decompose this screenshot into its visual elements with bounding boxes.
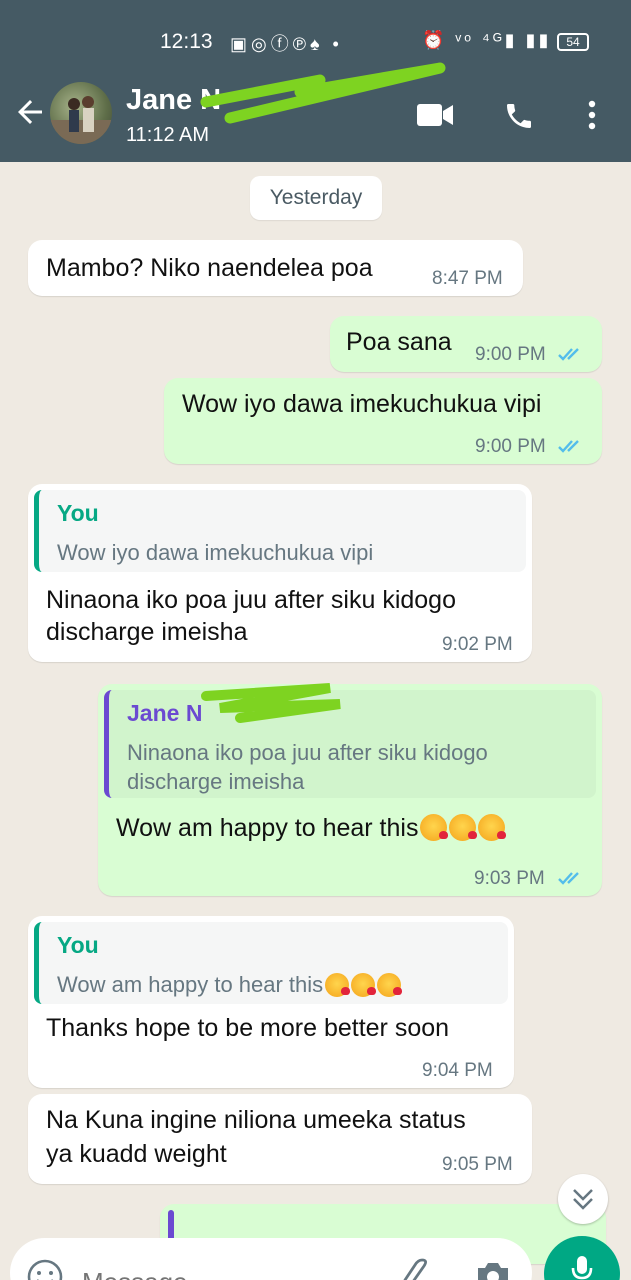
message-time: 9:04 PM (422, 1060, 493, 1081)
message-content: Wow am happy to hear this (116, 812, 507, 844)
message-time: 9:00 PM (475, 436, 546, 457)
message-text: Thanks hope to be more better soon (46, 1014, 450, 1042)
quote-author: You (57, 932, 99, 958)
message-bubble-outgoing[interactable]: Poa sana 9:00 PM (330, 316, 602, 372)
date-divider: Yesterday (250, 176, 382, 220)
message-time: 9:03 PM (474, 868, 545, 889)
quote-author: Jane N (127, 700, 203, 726)
mic-icon (571, 1256, 593, 1280)
double-tick-icon (558, 440, 579, 453)
attach-icon[interactable] (400, 1256, 434, 1280)
message-bubble-incoming[interactable]: You Wow am happy to hear this Thanks hop… (28, 916, 514, 1088)
message-time: 9:05 PM (442, 1154, 513, 1175)
double-tick-icon (558, 348, 579, 361)
quote-text: Ninaona iko poa juu after siku kidogo (127, 740, 488, 765)
video-call-icon[interactable] (416, 102, 454, 128)
message-bubble-outgoing[interactable]: Jane N Ninaona iko poa juu after siku ki… (98, 683, 602, 896)
quote-content: Wow am happy to hear this (57, 970, 403, 999)
signal-icons: ⏰ ᵛᵒ ⁴ᴳ▮ ▮▮ (422, 30, 552, 50)
camera-icon[interactable] (474, 1258, 512, 1280)
double-tick-icon (558, 872, 579, 885)
message-text: Poa sana (346, 328, 452, 356)
message-text: Ninaona iko poa juu after siku kidogo (46, 586, 456, 614)
kiss-emoji-icon (420, 814, 449, 841)
message-bubble-outgoing[interactable]: Wow iyo dawa imekuchukua vipi 9:00 PM (164, 378, 602, 464)
scroll-to-bottom-button[interactable] (558, 1174, 608, 1224)
message-input[interactable] (82, 1262, 382, 1280)
redaction-scribble (201, 683, 341, 723)
last-seen: 11:12 AM (126, 124, 210, 146)
quote-author: You (57, 500, 99, 526)
kiss-emoji-icon (325, 973, 351, 997)
kiss-emoji-icon (449, 814, 478, 841)
message-text: Mambo? Niko naendelea poa (46, 254, 373, 282)
message-text: Wow am happy to hear this (116, 814, 419, 842)
more-vert-icon[interactable] (584, 98, 600, 134)
battery-icon: 54 (557, 33, 589, 51)
kiss-emoji-icon (478, 814, 507, 841)
message-bubble-incoming[interactable]: Mambo? Niko naendelea poa 8:47 PM (28, 240, 523, 296)
quoted-message[interactable]: You Wow am happy to hear this (34, 922, 508, 1004)
double-chevron-down-icon (573, 1189, 593, 1210)
quoted-message[interactable]: Jane N Ninaona iko poa juu after siku ki… (104, 690, 596, 798)
message-text: discharge imeisha (46, 618, 248, 646)
message-time: 8:47 PM (432, 268, 503, 289)
message-text: ya kuadd weight (46, 1140, 227, 1168)
message-time: 9:02 PM (442, 634, 513, 655)
kiss-emoji-icon (351, 973, 377, 997)
quoted-message[interactable]: You Wow iyo dawa imekuchukua vipi (34, 490, 526, 572)
avatar[interactable] (50, 82, 112, 144)
chat-header: Jane N 11:12 AM (0, 62, 631, 162)
status-time: 12:13 (160, 30, 213, 53)
message-bubble-incoming[interactable]: Na Kuna ingine niliona umeeka status ya … (28, 1094, 532, 1184)
emoji-icon[interactable] (26, 1258, 64, 1280)
message-composer (10, 1238, 532, 1280)
quote-text: Wow iyo dawa imekuchukua vipi (57, 540, 374, 565)
message-bubble-incoming[interactable]: You Wow iyo dawa imekuchukua vipi Ninaon… (28, 484, 532, 662)
quote-text: Wow am happy to hear this (57, 972, 324, 997)
kiss-emoji-icon (377, 973, 403, 997)
message-text: Na Kuna ingine niliona umeeka status (46, 1106, 466, 1134)
message-text: Wow iyo dawa imekuchukua vipi (182, 390, 542, 418)
back-arrow-icon[interactable] (12, 94, 48, 130)
notification-icons: ▣◎ⓕ℗♠ • (230, 34, 343, 54)
phone-icon[interactable] (503, 100, 535, 132)
message-time: 9:00 PM (475, 344, 546, 365)
quote-text: discharge imeisha (127, 769, 305, 794)
